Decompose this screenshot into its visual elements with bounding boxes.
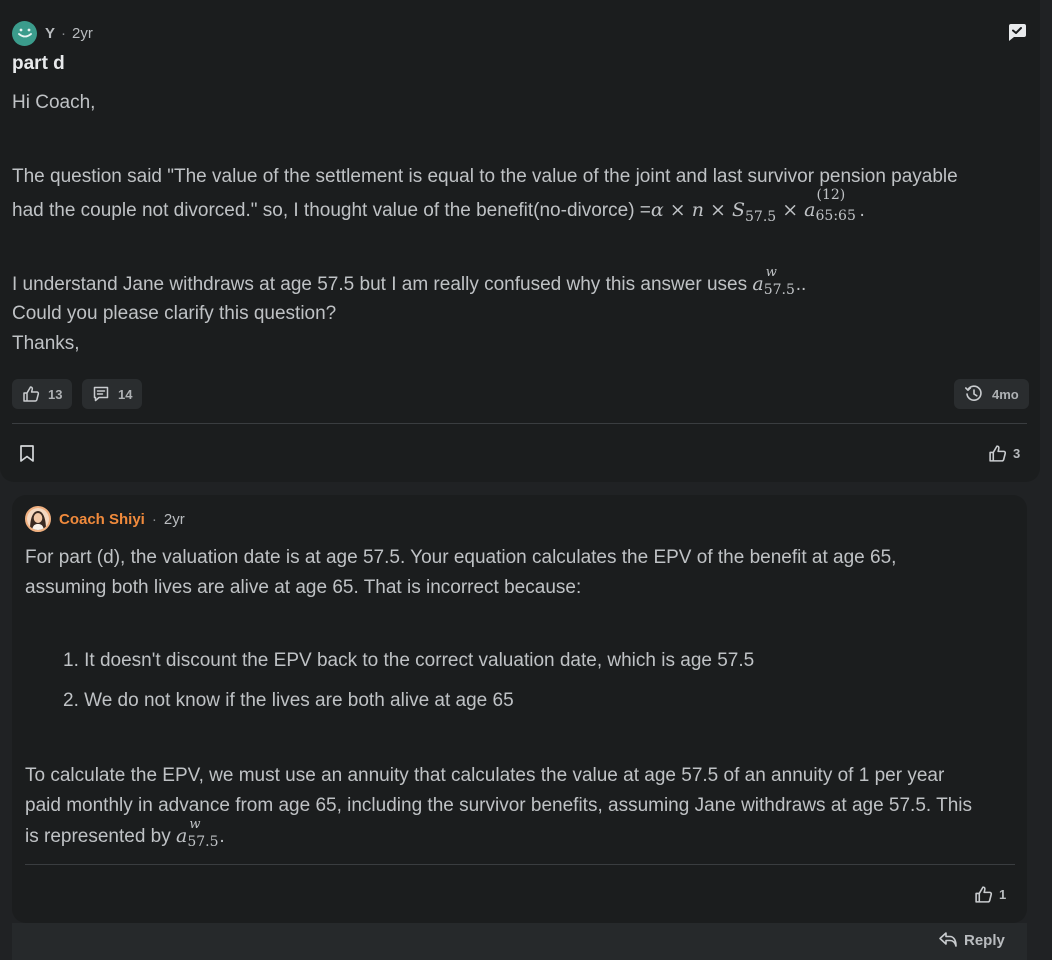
history-button[interactable]: 4mo (954, 379, 1029, 409)
avatar[interactable] (12, 20, 37, 46)
post-header: Y · 2yr (12, 20, 93, 46)
divider (12, 423, 1027, 424)
reply-paragraph-line: For part (d), the valuation date is at a… (25, 547, 897, 568)
coach-avatar-icon (27, 508, 49, 530)
reply-bar: Reply (12, 923, 1027, 960)
formula-subscript: 57.5 (763, 282, 795, 298)
post-time: 2yr (72, 24, 93, 42)
paragraph-line: I understand Jane withdraws at age 57.5 … (12, 265, 807, 300)
paragraph-line: Thanks, (12, 333, 80, 354)
formula-subscript: 57.5 (187, 834, 219, 850)
reply-header: Coach Shiyi · 2yr (25, 505, 185, 533)
comment-icon (93, 386, 109, 402)
like-count: 13 (48, 386, 63, 402)
formula-end: .. (795, 274, 807, 295)
smiley-icon (17, 28, 32, 38)
reply-paragraph-line: is represented by a w 57.5 . (25, 817, 225, 852)
greeting-text: Hi Coach, (12, 92, 96, 113)
avatar[interactable] (25, 506, 51, 532)
comment-count: 14 (118, 386, 133, 402)
author-name[interactable]: Y (45, 25, 55, 42)
reply-text: is represented by (25, 826, 177, 847)
post-meta: Y · 2yr (45, 24, 93, 42)
bookmark-icon[interactable] (19, 444, 35, 463)
divider (25, 864, 1015, 865)
reply-like-button[interactable]: 1 (974, 885, 1006, 904)
reply-paragraph-line: paid monthly in advance from age 65, inc… (25, 795, 973, 816)
coach-name[interactable]: Coach Shiyi (59, 511, 145, 528)
reply-paragraph-line: To calculate the EPV, we must use an ann… (25, 765, 945, 786)
history-icon (965, 385, 982, 401)
coach-reply: Coach Shiyi · 2yr For part (d), the valu… (12, 495, 1027, 923)
list-item: 1. It doesn't discount the EPV back to t… (63, 650, 755, 671)
formula: a (752, 273, 764, 295)
formula-end: . (859, 200, 865, 221)
paragraph-line: had the couple not divorced." so, I thou… (12, 187, 865, 227)
list-item: 2. We do not know if the lives are both … (63, 690, 514, 711)
formula: a (176, 825, 188, 847)
paragraph-line: Could you please clarify this question? (12, 303, 337, 324)
formula-subscript: 57.5 (745, 209, 777, 225)
formula-part: × a (776, 199, 816, 221)
post-title: part d (12, 53, 65, 74)
formula-end: . (219, 826, 225, 847)
like-button[interactable]: 13 (12, 379, 73, 409)
thumbs-up-icon (989, 445, 1007, 462)
answer-like-count: 3 (1013, 446, 1021, 461)
formula: α × n × S (650, 199, 745, 221)
formula-subscript: 65:65 (815, 208, 856, 224)
paragraph-text: had the couple not divorced." so, I thou… (12, 200, 651, 221)
history-time: 4mo (992, 386, 1019, 402)
thumbs-up-icon (23, 386, 40, 402)
report-flag-icon[interactable] (1006, 22, 1027, 42)
answer-like-button[interactable]: 3 (988, 444, 1020, 463)
reply-like-count: 1 (999, 887, 1007, 902)
thumbs-up-icon (975, 886, 993, 903)
reply-time: 2yr (163, 510, 185, 528)
reply-button[interactable]: Reply (938, 931, 1005, 949)
paragraph-text: I understand Jane withdraws at age 57.5 … (12, 274, 753, 295)
reply-arrow-icon (939, 932, 957, 947)
reply-label: Reply (964, 931, 1005, 949)
reply-paragraph-line: assuming both lives are alive at age 65.… (25, 577, 582, 598)
question-post: Y · 2yr part d Hi Coach, The question said… (0, 0, 1040, 482)
comments-button[interactable]: 14 (82, 379, 143, 409)
